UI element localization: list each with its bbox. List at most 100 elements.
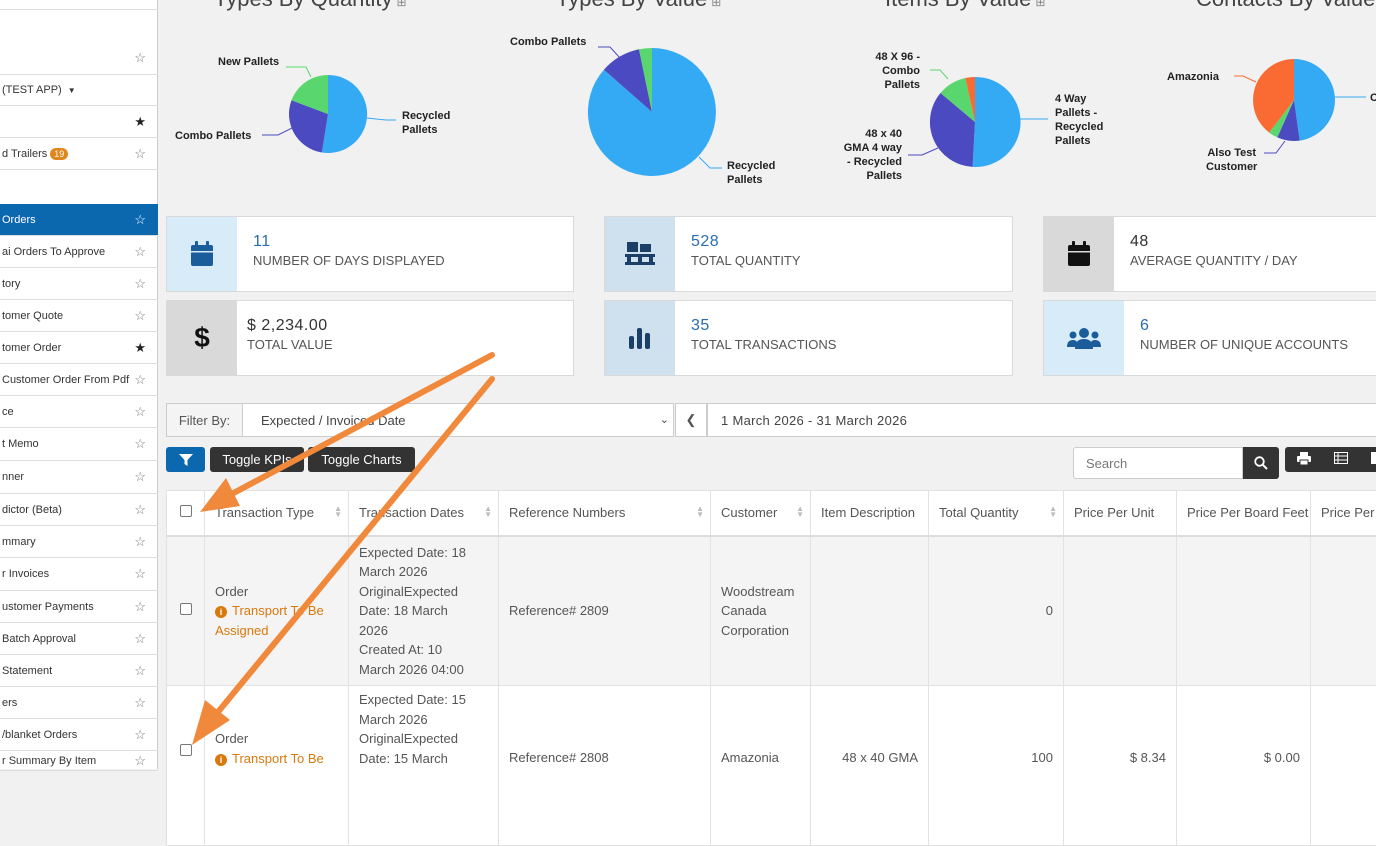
- toggle-kpis-button[interactable]: Toggle KPIs: [210, 447, 304, 472]
- sidebar-item-label: Orders: [2, 214, 36, 226]
- sidebar-item-label: dictor (Beta): [2, 504, 62, 516]
- status-link[interactable]: iTransport To Be: [215, 749, 338, 769]
- search-button[interactable]: [1243, 447, 1279, 479]
- favorite-star-icon[interactable]: ☆: [134, 308, 146, 324]
- sidebar-item[interactable]: ★: [0, 106, 158, 138]
- favorite-star-icon[interactable]: ☆: [134, 663, 146, 679]
- sidebar-item[interactable]: r Summary By Item☆: [0, 751, 158, 771]
- price-per-cell: [1311, 536, 1376, 686]
- date-range-input[interactable]: 1 March 2026 - 31 March 2026: [707, 403, 1376, 437]
- favorite-star-icon[interactable]: ☆: [134, 244, 146, 260]
- kpi-label: Total Transactions: [691, 337, 836, 352]
- sidebar-item-label: tory: [2, 278, 20, 290]
- sidebar-item[interactable]: /blanket Orders☆: [0, 719, 158, 751]
- favorite-star-icon[interactable]: ☆: [134, 727, 146, 743]
- pie-slice-c[interactable]: [1294, 59, 1335, 141]
- sidebar-item[interactable]: tomer Order★: [0, 332, 158, 364]
- sidebar-item[interactable]: tomer Quote☆: [0, 300, 158, 332]
- sidebar-item[interactable]: t Memo☆: [0, 428, 158, 461]
- pie-label: Recycled Pallets: [727, 159, 775, 187]
- filter-button[interactable]: [166, 447, 205, 472]
- favorite-star-icon[interactable]: ☆: [134, 50, 146, 66]
- sidebar-item[interactable]: ce☆: [0, 396, 158, 428]
- sort-icon: ▲▼: [796, 506, 804, 518]
- favorite-star-icon[interactable]: ☆: [134, 212, 146, 228]
- sidebar-item[interactable]: ai Orders To Approve☆: [0, 236, 158, 268]
- column-header-item-description[interactable]: Item Description: [811, 491, 929, 536]
- favorite-star-icon[interactable]: ☆: [134, 372, 146, 388]
- column-header-reference-numbers[interactable]: Reference Numbers▲▼: [499, 491, 711, 536]
- sidebar-item[interactable]: ers☆: [0, 687, 158, 719]
- print-icon[interactable]: [1297, 452, 1311, 465]
- sidebar-item[interactable]: Batch Approval ☆: [0, 623, 158, 655]
- sort-icon: ▲▼: [334, 506, 342, 518]
- previous-period-button[interactable]: ❮: [675, 403, 707, 437]
- transaction-type: Order: [215, 582, 338, 602]
- favorite-star-icon[interactable]: ☆: [134, 631, 146, 647]
- csv-icon[interactable]: [1334, 452, 1348, 464]
- pie-items-by-value[interactable]: [908, 70, 1048, 167]
- column-header-transaction-type[interactable]: Transaction Type▲▼: [205, 491, 349, 536]
- favorite-star-icon[interactable]: ☆: [134, 436, 146, 452]
- row-checkbox[interactable]: [180, 744, 192, 756]
- favorite-star-icon[interactable]: ☆: [134, 566, 146, 582]
- table-row[interactable]: Order iTransport To Be Assigned Expected…: [167, 536, 1376, 686]
- reference-cell: Reference# 2808: [499, 686, 711, 846]
- sidebar-item[interactable]: dictor (Beta) ☆: [0, 494, 158, 526]
- column-header-customer[interactable]: Customer▲▼: [711, 491, 811, 536]
- kpi-value: 6: [1140, 317, 1149, 335]
- column-header-price-per[interactable]: Price Per: [1311, 491, 1376, 536]
- row-checkbox[interactable]: [180, 603, 192, 615]
- more-icon[interactable]: [1371, 452, 1376, 464]
- favorite-star-icon[interactable]: ★: [134, 340, 146, 356]
- favorite-star-icon[interactable]: ☆: [134, 502, 146, 518]
- sidebar-item-label: Batch Approval: [2, 633, 76, 645]
- pie-label: Combo Pallets: [175, 129, 251, 143]
- sidebar-item[interactable]: tory ☆: [0, 268, 158, 300]
- pie-types-by-quantity[interactable]: [262, 67, 396, 153]
- sidebar-item[interactable]: (TEST APP)▼: [0, 75, 158, 106]
- favorite-star-icon[interactable]: ☆: [134, 695, 146, 711]
- sidebar-item[interactable]: Statement ☆: [0, 655, 158, 687]
- favorite-star-icon[interactable]: ☆: [134, 276, 146, 292]
- kpi-total-value: $ $ 2,234.00 Total Value: [166, 300, 574, 376]
- toggle-charts-button[interactable]: Toggle Charts: [308, 447, 415, 472]
- table-row[interactable]: Order iTransport To Be Expected Date: 15…: [167, 686, 1376, 846]
- caret-down-icon[interactable]: ▼: [68, 86, 76, 95]
- pie-contacts-by-value[interactable]: [1234, 59, 1366, 153]
- column-header-price-per-board-feet[interactable]: Price Per Board Feet: [1177, 491, 1311, 536]
- pallet-icon: [605, 217, 675, 291]
- pie-slice-4way[interactable]: [973, 77, 1021, 167]
- reference-cell: Reference# 2809: [499, 536, 711, 686]
- favorite-star-icon[interactable]: ☆: [134, 599, 146, 615]
- column-header-price-per-unit[interactable]: Price Per Unit: [1064, 491, 1177, 536]
- sidebar-item[interactable]: mmary☆: [0, 526, 158, 558]
- search-input[interactable]: [1073, 447, 1243, 479]
- status-link[interactable]: iTransport To Be Assigned: [215, 601, 338, 640]
- sidebar-item[interactable]: r Invoices☆: [0, 558, 158, 591]
- pie-types-by-value[interactable]: [588, 47, 722, 176]
- pie-label: Also Test Customer: [1206, 146, 1257, 174]
- sidebar-item[interactable]: Orders ☆: [0, 204, 158, 236]
- filter-by-select[interactable]: Expected / Invoiced Date ⌄: [242, 403, 674, 437]
- favorite-star-icon[interactable]: ☆: [134, 404, 146, 420]
- sidebar-item[interactable]: Customer Order From Pdf☆: [0, 364, 158, 396]
- sidebar-item-label: Statement: [2, 665, 52, 677]
- sidebar-item[interactable]: nner☆: [0, 461, 158, 494]
- favorite-star-icon[interactable]: ☆: [134, 146, 146, 162]
- favorite-star-icon[interactable]: ☆: [134, 534, 146, 550]
- favorite-star-icon[interactable]: ☆: [134, 753, 146, 769]
- transaction-type: Order: [215, 729, 338, 749]
- price-per-board-feet-cell: $ 0.00: [1177, 686, 1311, 846]
- column-header-transaction-dates[interactable]: Transaction Dates▲▼: [349, 491, 499, 536]
- sidebar-item[interactable]: [0, 0, 158, 10]
- sidebar-item[interactable]: ☆: [0, 42, 158, 75]
- pie-label: Combo Pallets: [510, 35, 586, 49]
- sidebar-item[interactable]: ustomer Payments☆: [0, 591, 158, 623]
- select-all-checkbox[interactable]: [180, 505, 192, 517]
- pie-slice-recycled[interactable]: [322, 75, 367, 153]
- sidebar-item[interactable]: d Trailers19☆: [0, 138, 158, 170]
- favorite-star-icon[interactable]: ★: [134, 114, 146, 130]
- favorite-star-icon[interactable]: ☆: [134, 469, 146, 485]
- column-header-total-quantity[interactable]: Total Quantity▲▼: [929, 491, 1064, 536]
